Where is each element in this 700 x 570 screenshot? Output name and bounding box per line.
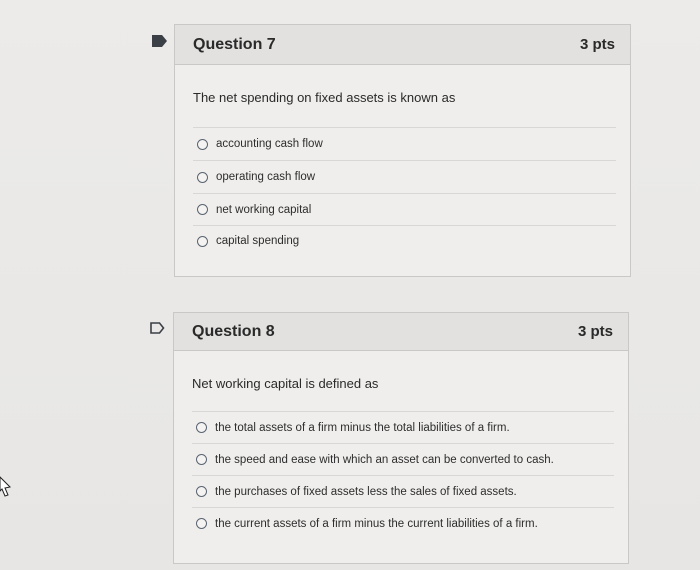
- answer-label: net working capital: [216, 203, 312, 216]
- question-header: Question 7 3 pts: [175, 25, 630, 65]
- question-points: 3 pts: [577, 323, 613, 340]
- answer-option[interactable]: net working capital: [193, 193, 616, 225]
- answer-option[interactable]: operating cash flow: [193, 160, 616, 193]
- bookmark-outline-icon[interactable]: [150, 322, 165, 334]
- question-title: Question 7: [193, 35, 276, 53]
- question-body: The net spending on fixed assets is know…: [175, 90, 630, 256]
- radio-button[interactable]: [196, 486, 207, 497]
- answer-label: accounting cash flow: [216, 138, 323, 150]
- quiz-page: Question 7 3 pts The net spending on fix…: [0, 0, 700, 570]
- answer-option[interactable]: the speed and ease with which an asset c…: [192, 443, 614, 475]
- answer-option[interactable]: the purchases of fixed assets less the s…: [192, 475, 614, 507]
- question-8-panel: Question 8 3 pts Net working capital is …: [173, 312, 629, 564]
- question-points: 3 pts: [579, 36, 615, 53]
- radio-button[interactable]: [197, 204, 208, 215]
- question-text: The net spending on fixed assets is know…: [193, 90, 456, 105]
- answer-option[interactable]: the total assets of a firm minus the tot…: [192, 411, 614, 443]
- answer-label: the current assets of a firm minus the c…: [215, 517, 538, 530]
- radio-button[interactable]: [196, 518, 207, 529]
- radio-button[interactable]: [197, 171, 208, 183]
- question-body: Net working capital is defined as the to…: [174, 376, 628, 539]
- question-text: Net working capital is defined as: [192, 376, 379, 391]
- answer-list: accounting cash flow operating cash flow…: [193, 127, 616, 256]
- radio-button[interactable]: [197, 235, 208, 247]
- radio-button[interactable]: [196, 422, 207, 433]
- answer-option[interactable]: capital spending: [193, 225, 616, 256]
- answer-label: capital spending: [216, 235, 300, 247]
- answer-option[interactable]: accounting cash flow: [193, 127, 616, 160]
- answer-label: the speed and ease with which an asset c…: [215, 453, 554, 466]
- answer-label: the total assets of a firm minus the tot…: [215, 421, 510, 434]
- question-title: Question 8: [192, 322, 275, 340]
- question-header: Question 8 3 pts: [174, 313, 628, 351]
- answer-label: operating cash flow: [216, 171, 316, 183]
- answer-option[interactable]: the current assets of a firm minus the c…: [192, 507, 614, 539]
- question-7-panel: Question 7 3 pts The net spending on fix…: [174, 24, 631, 277]
- answer-label: the purchases of fixed assets less the s…: [215, 485, 517, 498]
- radio-button[interactable]: [197, 138, 208, 150]
- bookmark-filled-icon[interactable]: [152, 35, 167, 47]
- radio-button[interactable]: [196, 454, 207, 465]
- mouse-pointer-icon: [0, 476, 12, 503]
- answer-list: the total assets of a firm minus the tot…: [192, 411, 614, 539]
